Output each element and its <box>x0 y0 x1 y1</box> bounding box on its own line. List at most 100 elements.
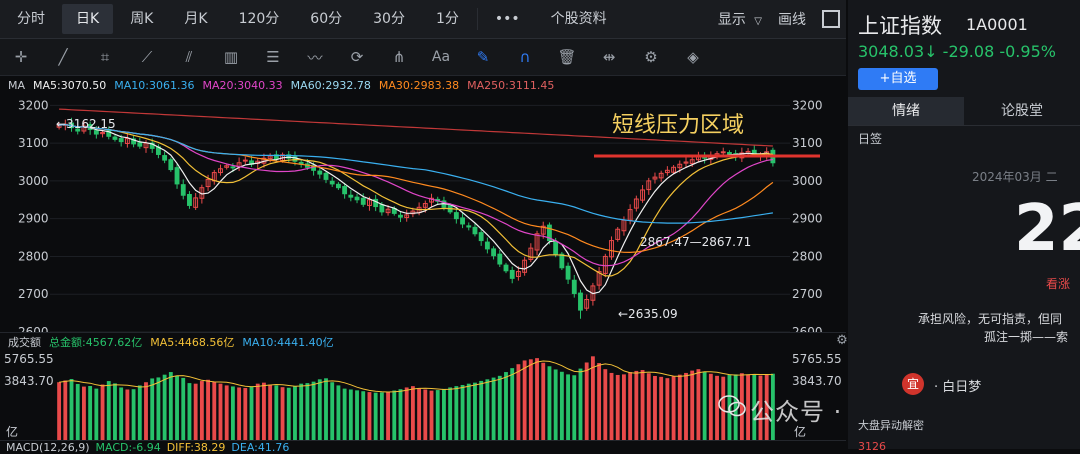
volume-bar <box>206 379 210 440</box>
tab-weekly-k[interactable]: 周K <box>116 4 167 34</box>
volume-bar <box>497 375 502 440</box>
volume-bar <box>578 368 583 440</box>
sign-mood: 看涨 <box>1046 277 1071 291</box>
tab-1min[interactable]: 1分 <box>422 4 473 34</box>
macd-value: MACD:-6.94 <box>95 440 161 454</box>
tab-sentiment[interactable]: 情绪 <box>848 97 964 125</box>
candle <box>503 264 509 272</box>
display-dropdown[interactable]: 显示 ▽ <box>718 9 762 29</box>
candle <box>329 180 335 185</box>
volume-bar <box>597 363 602 440</box>
candle <box>187 193 192 206</box>
macd-label[interactable]: MACD(12,26,9) <box>6 441 90 454</box>
settings-gear-icon[interactable]: ⚙ <box>630 39 672 75</box>
magnet-icon[interactable]: ∩ <box>504 39 546 75</box>
volume-bar <box>708 373 713 440</box>
volume-bar <box>516 364 521 440</box>
index-quote: 3048.03↓ -29.08 -0.95% <box>858 42 1056 61</box>
volume-bar <box>373 392 378 440</box>
volume-bar <box>249 386 254 440</box>
volume-bar <box>622 374 626 440</box>
maximize-icon[interactable] <box>822 10 840 28</box>
volume-bar <box>442 388 446 440</box>
volume-bar <box>640 370 645 440</box>
cycle-tool-icon[interactable]: ⟳ <box>336 39 378 75</box>
panel-tabs: 情绪 论股堂 <box>848 97 1080 126</box>
tab-30min[interactable]: 30分 <box>359 4 419 34</box>
tab-monthly-k[interactable]: 月K <box>170 4 221 34</box>
candle <box>509 269 515 279</box>
volume-bar <box>665 378 670 440</box>
news-title[interactable]: 大盘异动解密 <box>858 417 924 433</box>
volume-bar <box>684 372 688 440</box>
draw-line-button[interactable]: 画线 <box>778 9 806 29</box>
tab-intraday[interactable]: 分时 <box>3 4 59 34</box>
candle <box>174 167 180 185</box>
ma-label[interactable]: MA <box>8 79 25 92</box>
stock-profile-button[interactable]: 个股资料 <box>537 4 621 34</box>
toolbar-divider <box>476 8 478 30</box>
candle <box>118 138 124 143</box>
line-tool-icon[interactable]: ╱ <box>42 39 84 75</box>
volume-bar <box>336 385 341 440</box>
ma-indicator-bar: MA MA5:3070.50 MA10:3061.36 MA20:3040.33… <box>0 76 846 94</box>
ma5-value: MA5:3070.50 <box>33 78 107 92</box>
candle <box>578 292 583 311</box>
bars-tool-icon[interactable]: ▥ <box>210 39 252 75</box>
volume-bar <box>280 387 285 440</box>
list-tool-icon[interactable]: ☰ <box>252 39 294 75</box>
volume-bar <box>317 379 322 440</box>
wave-tool-icon[interactable]: 〰 <box>294 39 336 75</box>
candle <box>553 241 559 255</box>
tab-forum[interactable]: 论股堂 <box>964 97 1080 125</box>
volume-bar <box>628 372 633 440</box>
volume-bar <box>268 384 273 440</box>
chevron-down-icon: ▽ <box>754 16 762 27</box>
index-change-pct: -0.95% <box>999 42 1056 61</box>
macd-indicator-bar: MACD(12,26,9) MACD:-6.94 DIFF:38.29 DEA:… <box>0 440 846 454</box>
text-tool-icon[interactable]: Aa <box>420 39 462 75</box>
price-tick-left: 3200 <box>18 98 49 112</box>
candle <box>162 155 168 161</box>
daily-sign-label[interactable]: 日签 <box>858 130 882 147</box>
volume-settings-icon[interactable]: ⚙ <box>836 334 848 347</box>
volume-bar <box>355 390 359 440</box>
crop-tool-icon[interactable]: ⌗ <box>84 39 126 75</box>
tab-120min[interactable]: 120分 <box>225 4 294 34</box>
candle <box>466 225 472 228</box>
channel-tool-icon[interactable]: ⫽ <box>168 39 210 75</box>
volume-bar <box>547 366 552 440</box>
more-menu-button[interactable]: ••• <box>481 4 534 34</box>
drawing-toolbar: ✛ ╱ ⌗ ⟋ ⫽ ▥ ☰ 〰 ⟳ ⋔ Aa ✎ ∩ 🗑 ⇹ ⚙ ◈ <box>0 39 846 76</box>
price-chart[interactable]: 3200 3100 3000 2900 2800 2700 2600 3200 3100 300… <box>0 94 846 332</box>
tab-60min[interactable]: 60分 <box>296 4 356 34</box>
volume-label[interactable]: 成交额 <box>8 334 41 350</box>
crosshair-icon[interactable]: ✛ <box>0 39 42 75</box>
period-toolbar: 分时 日K 周K 月K 120分 60分 30分 1分 ••• 个股资料 显示 … <box>0 0 846 39</box>
volume-bar <box>454 386 459 440</box>
candle <box>453 212 459 220</box>
pitchfork-tool-icon[interactable]: ⋔ <box>378 39 420 75</box>
fan-tool-icon[interactable]: ⟋ <box>126 39 168 75</box>
volume-bar <box>311 381 316 440</box>
volume-bar <box>392 390 397 440</box>
volume-bar <box>137 385 142 440</box>
move-icon[interactable]: ⇹ <box>588 39 630 75</box>
volume-bar <box>324 378 328 440</box>
volume-bar <box>100 384 105 440</box>
pen-tool-icon[interactable]: ✎ <box>462 39 504 75</box>
volume-bar <box>330 382 335 440</box>
tab-daily-k[interactable]: 日K <box>62 4 114 34</box>
volume-bar <box>510 368 515 440</box>
price-tick-right: 2900 <box>792 212 823 226</box>
volume-bar <box>162 374 167 440</box>
wechat-logo-icon <box>718 395 746 417</box>
layers-icon[interactable]: ◈ <box>672 39 714 75</box>
add-watchlist-button[interactable]: +自选 <box>858 68 938 90</box>
gap-label: 2867.47—2867.71 <box>640 235 751 249</box>
volume-bar <box>473 382 477 440</box>
sign-date: 2024年03月 二 <box>972 170 1058 184</box>
volume-bar <box>417 388 422 440</box>
price-tick-left: 3100 <box>18 136 49 150</box>
trash-icon[interactable]: 🗑 <box>546 39 588 75</box>
